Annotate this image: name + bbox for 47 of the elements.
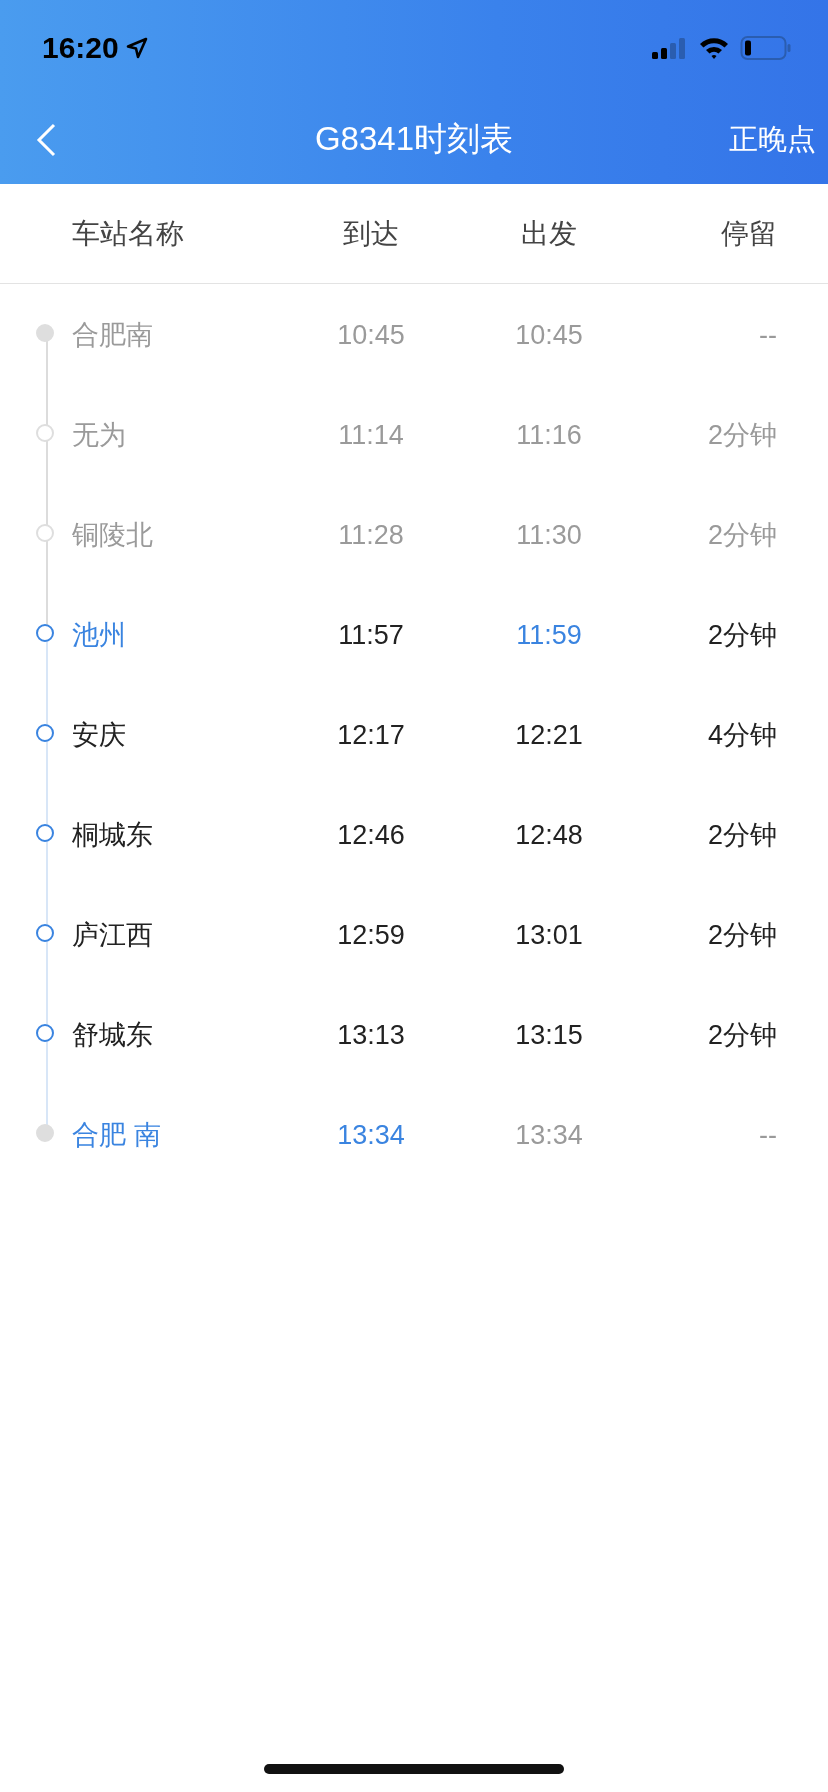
station-name: 桐城东 [72,819,153,852]
stop-duration: 2分钟 [707,419,777,452]
station-name: 庐江西 [72,919,153,952]
wifi-icon [698,35,730,60]
station-name: 铜陵北 [72,519,153,552]
station-name: 池州 [72,619,126,652]
column-header: 停留 [721,216,777,251]
time-cell: 10:45 [515,319,583,351]
time-cell: 13:15 [515,1019,583,1051]
time-cell: 11:59 [516,619,582,651]
page-title: G8341时刻表 [314,119,514,159]
time-cell: 12:59 [337,919,405,951]
time-cell: 11:28 [338,519,404,551]
station-name: 无为 [72,419,126,452]
time-cell: 13:34 [515,1119,583,1151]
time-cell: 11:14 [338,419,404,451]
time-cell: 12:21 [515,719,583,751]
station-name: 合肥 南 [72,1119,161,1152]
time-cell: 13:01 [515,919,583,951]
time-cell: 12:17 [337,719,405,751]
time-cell: 12:48 [515,819,583,851]
time-cell: 13:13 [337,1019,405,1051]
stop-duration: 2分钟 [707,619,777,652]
stop-duration: -- [759,1119,777,1151]
station-name: 舒城东 [72,1019,153,1052]
stop-duration: 4分钟 [707,719,777,752]
stop-duration: 2分钟 [707,919,777,952]
column-header: 车站名称 [72,216,184,251]
punctuality-button[interactable]: 正晚点 [729,119,816,160]
column-header: 出发 [521,216,577,251]
stop-duration: 2分钟 [707,519,777,552]
stop-duration: -- [759,319,777,351]
column-header: 到达 [343,216,399,251]
station-name: 合肥南 [72,319,153,352]
time-cell: 11:30 [516,519,582,551]
battery-low-icon [740,34,792,61]
station-name: 安庆 [72,719,126,752]
time-cell: 13:34 [337,1119,405,1151]
stop-duration: 2分钟 [707,1019,777,1052]
status-time: 16:20 [42,30,149,65]
time-cell: 10:45 [337,319,405,351]
time-cell: 11:57 [338,619,404,651]
stop-duration: 2分钟 [707,819,777,852]
location-arrow-icon [124,35,149,60]
signal-icon [652,35,688,60]
time-cell: 11:16 [516,419,582,451]
time-cell: 12:46 [337,819,405,851]
